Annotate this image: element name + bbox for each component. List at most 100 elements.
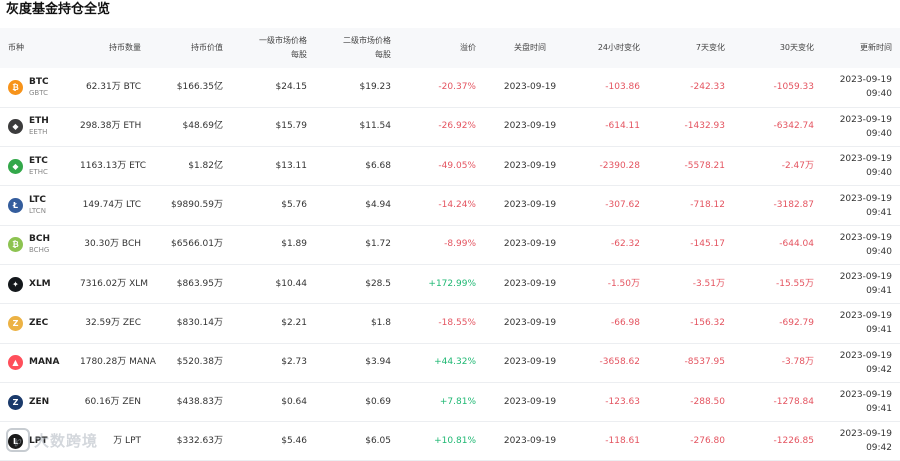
coin-cell[interactable]: ◆ ETH EETH [0, 107, 80, 146]
premium-cell: -49.05% [438, 160, 476, 171]
updated-cell: 2023-09-19 09:40 [828, 225, 900, 264]
holdings-table: 币种 持币数量 持币价值 一级市场价格 每股 二级市场价格 每股 溢价 关盘时间 2… [0, 28, 900, 461]
secondary-price-cell: $1.8 [370, 317, 391, 328]
watermark-text: 大数跨境 [34, 431, 99, 450]
premium-cell: -14.24% [438, 200, 476, 211]
table-row[interactable]: ₿ BTC GBTC 62.31万 BTC $166.35亿 $24.15 $19.23 -2… [0, 68, 900, 108]
value-cell: $48.69亿 [182, 121, 224, 132]
change-24h-cell: -614.11 [605, 121, 640, 132]
table-row[interactable]: Z ZEC 32.59万 ZEC $830.14万 $2.21 $1.8 -18.55% 20… [0, 304, 900, 344]
coin-cell[interactable]: ◆ ETC ETHC [0, 147, 80, 186]
coin-cell[interactable]: ✦ XLM [0, 264, 80, 303]
secondary-price-cell: $6.68 [365, 160, 391, 171]
change-24h-cell: -123.63 [605, 396, 640, 407]
change-30d-cell: -1226.85 [773, 435, 814, 446]
table-row[interactable]: ▲ MANA 1780.28万 MANA $520.38万 $2.73 $3.94 +44.… [0, 343, 900, 383]
holdings-cell: 1780.28万 MANA [80, 357, 156, 368]
primary-price-cell: $2.21 [281, 317, 307, 328]
close-time-cell: 2023-09-19 [503, 160, 557, 171]
table-row[interactable]: Ł LTC LTCN 149.74万 LTC $9890.59万 $5.76 $4.94 -1… [0, 186, 900, 226]
secondary-price-cell: $6.05 [365, 435, 391, 446]
value-cell: $438.83万 [176, 396, 223, 407]
header-coin[interactable]: 币种 [0, 28, 80, 68]
table-row[interactable]: ✦ XLM 7316.02万 XLM $863.95万 $10.44 $28.5 +172.… [0, 264, 900, 304]
header-change-24h[interactable]: 24小时变化 [570, 28, 654, 68]
change-24h-cell: -1.50万 [607, 278, 640, 289]
trust-ticker: LTCN [29, 207, 46, 216]
change-30d-cell: -1278.84 [773, 396, 814, 407]
updated-time: 09:40 [866, 89, 892, 100]
close-time-cell: 2023-09-19 [503, 317, 557, 328]
primary-price-cell: $13.11 [275, 160, 308, 171]
updated-cell: 2023-09-19 09:40 [828, 107, 900, 146]
xlm-icon: ✦ [8, 276, 23, 292]
header-secondary-price[interactable]: 二级市场价格 每股 [321, 28, 405, 68]
coin-cell[interactable]: ₿ BTC GBTC [0, 68, 80, 107]
updated-cell: 2023-09-19 09:40 [828, 147, 900, 186]
coin-symbol: MANA [29, 357, 60, 368]
zec-icon: Z [8, 315, 23, 331]
etc-icon: ◆ [8, 158, 23, 174]
header-premium[interactable]: 溢价 [405, 28, 490, 68]
value-cell: $1.82亿 [188, 160, 223, 171]
coin-symbol: ZEC [29, 317, 49, 328]
coin-symbol: BTC [29, 76, 49, 87]
close-time-cell: 2023-09-19 [503, 435, 557, 446]
btc-icon: ₿ [8, 79, 23, 95]
primary-price-cell: $5.76 [281, 200, 307, 211]
table-row[interactable]: ◆ ETC ETHC 1163.13万 ETC $1.82亿 $13.11 $6.68 -49… [0, 147, 900, 186]
coin-cell[interactable]: Ł LTC LTCN [0, 186, 80, 225]
change-30d-cell: -692.79 [779, 317, 814, 328]
trust-ticker: GBTC [29, 88, 48, 97]
secondary-price-cell: $28.5 [365, 278, 391, 289]
updated-date: 2023-09-19 [839, 429, 892, 440]
secondary-price-cell: $19.23 [359, 81, 392, 92]
header-value[interactable]: 持币价值 [155, 28, 237, 68]
change-7d-cell: -718.12 [690, 200, 725, 211]
value-cell: $6566.01万 [171, 239, 223, 250]
change-24h-cell: -118.61 [605, 435, 640, 446]
close-time-cell: 2023-09-19 [503, 121, 557, 132]
updated-time: 09:40 [866, 246, 892, 257]
holdings-cell: 60.16万 ZEN [84, 396, 141, 407]
coin-symbol: ETC [29, 155, 48, 166]
updated-cell: 2023-09-19 09:42 [828, 343, 900, 382]
change-7d-cell: -276.80 [690, 435, 725, 446]
header-change-30d[interactable]: 30天变化 [739, 28, 828, 68]
change-7d-cell: -1432.93 [684, 121, 725, 132]
coin-cell[interactable]: ₿ BCH BCHG [0, 225, 80, 264]
premium-cell: +10.81% [434, 435, 476, 446]
premium-cell: +172.99% [428, 278, 476, 289]
header-holdings[interactable]: 持币数量 [80, 28, 155, 68]
primary-price-cell: $0.64 [281, 396, 307, 407]
secondary-price-cell: $4.94 [365, 200, 391, 211]
updated-time: 09:41 [866, 404, 892, 415]
premium-cell: +44.32% [434, 357, 476, 368]
updated-time: 09:41 [866, 286, 892, 297]
header-updated[interactable]: 更新时间 [828, 28, 900, 68]
holdings-cell: 32.59万 ZEC [85, 317, 141, 328]
close-time-cell: 2023-09-19 [503, 200, 557, 211]
updated-date: 2023-09-19 [839, 272, 892, 283]
updated-cell: 2023-09-19 09:42 [828, 422, 900, 461]
table-row[interactable]: ◆ ETH EETH 298.38万 ETH $48.69亿 $15.79 $11.54 -2… [0, 107, 900, 147]
header-change-7d[interactable]: 7天变化 [654, 28, 739, 68]
value-cell: $332.63万 [176, 435, 223, 446]
updated-date: 2023-09-19 [839, 193, 892, 204]
coin-symbol: ZEN [29, 396, 50, 407]
bch-icon: ₿ [8, 237, 23, 253]
header-close-time[interactable]: 关盘时间 [490, 28, 570, 68]
coin-cell[interactable]: Z ZEC [0, 304, 80, 343]
ltc-icon: Ł [8, 198, 23, 214]
table-row[interactable]: ₿ BCH BCHG 30.30万 BCH $6566.01万 $1.89 $1.72 -8.… [0, 225, 900, 265]
coin-cell[interactable]: Z ZEN [0, 382, 80, 421]
updated-cell: 2023-09-19 09:41 [828, 264, 900, 303]
coin-cell[interactable]: ▲ MANA [0, 343, 80, 382]
change-7d-cell: -288.50 [690, 396, 725, 407]
table-row[interactable]: Z ZEN 60.16万 ZEN $438.83万 $0.64 $0.69 +7.81% 20… [0, 382, 900, 422]
change-7d-cell: -156.32 [690, 317, 725, 328]
header-primary-price[interactable]: 一级市场价格 每股 [237, 28, 321, 68]
value-cell: $9890.59万 [171, 200, 223, 211]
table-row[interactable]: L LPT 万 LPT $332.63万 $5.46 $6.05 +10.81% 2023-0… [0, 422, 900, 461]
updated-date: 2023-09-19 [839, 75, 892, 86]
